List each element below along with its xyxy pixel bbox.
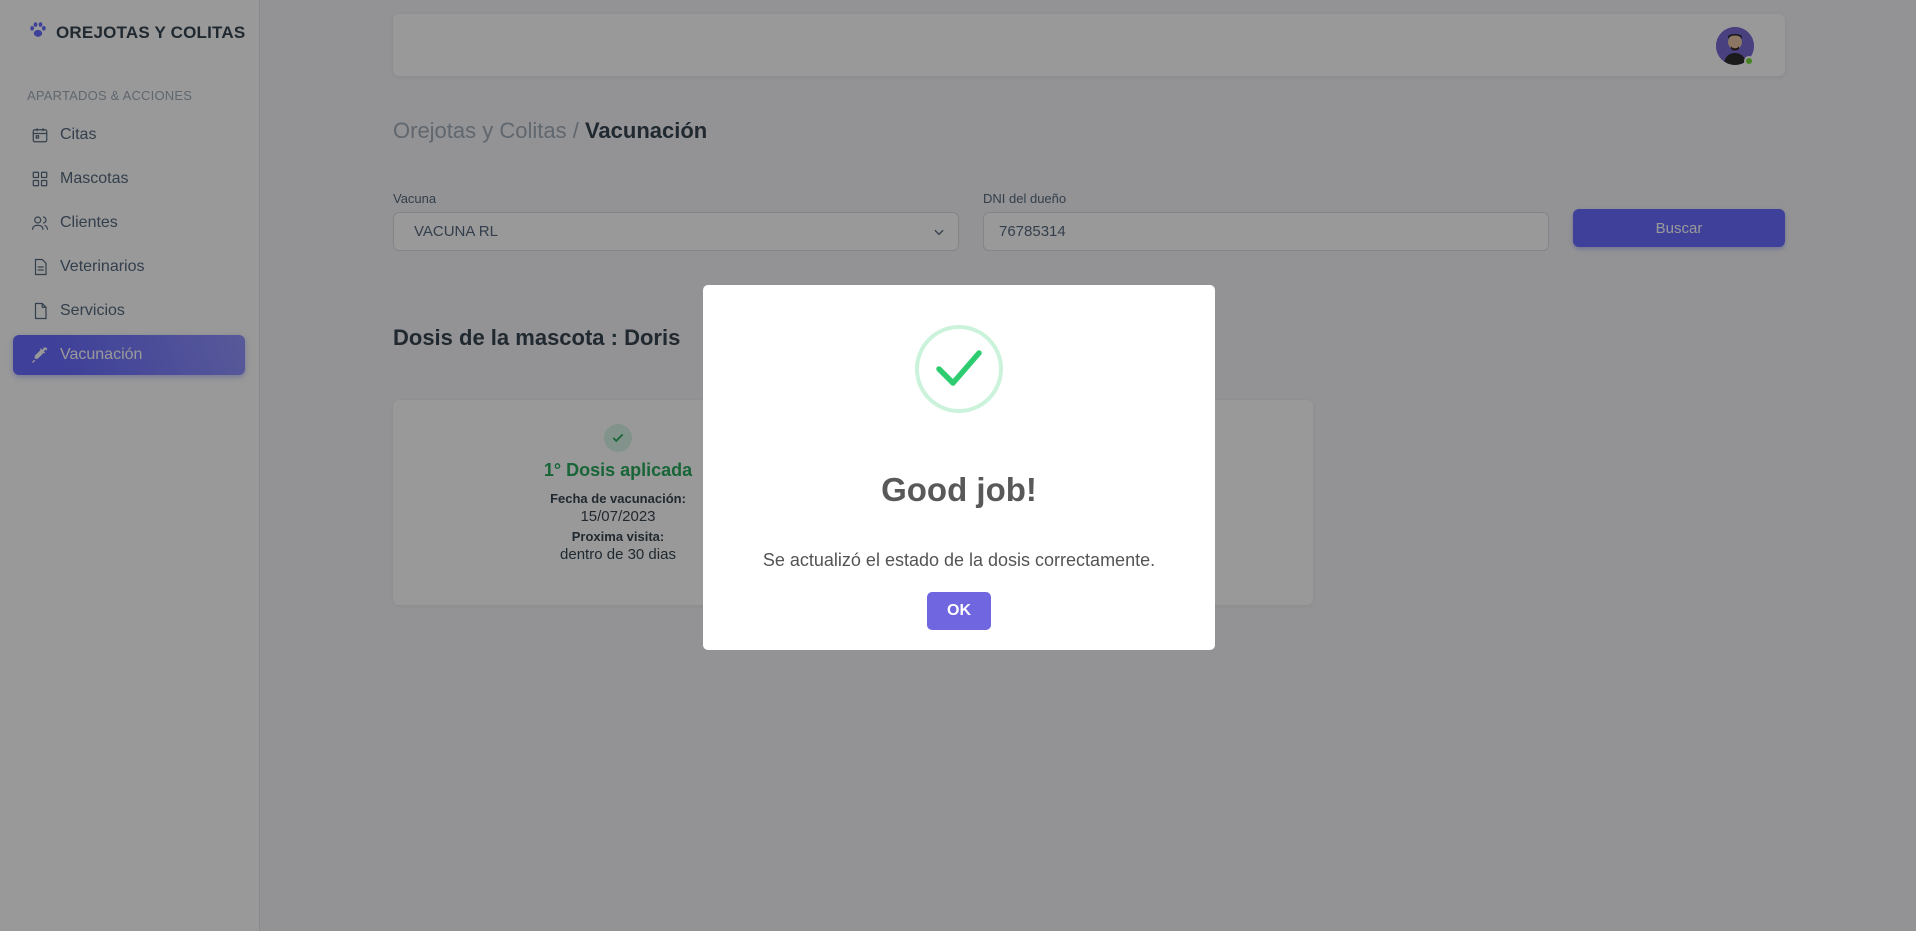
ok-button[interactable]: OK [927,592,991,630]
success-check-icon [915,325,1003,413]
modal-title: Good job! [881,471,1037,508]
success-modal: Good job! Se actualizó el estado de la d… [703,285,1215,650]
modal-message: Se actualizó el estado de la dosis corre… [762,550,1156,570]
